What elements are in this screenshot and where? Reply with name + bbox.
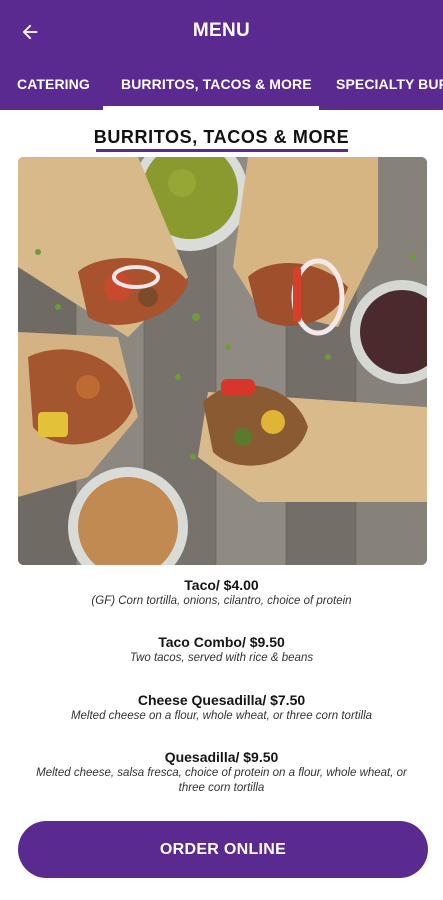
- section-heading-underline: [96, 149, 348, 152]
- order-online-button[interactable]: ORDER ONLINE: [18, 821, 428, 878]
- page-title: MENU: [192, 20, 251, 41]
- app-header: MENU CATERING BURRITOS, TACOS & MORE SPE…: [0, 0, 443, 110]
- menu-item-description: Melted cheese, salsa fresca, choice of p…: [36, 767, 407, 794]
- menu-item-taco-combo[interactable]: Taco Combo/ $9.50 Two tacos, served with…: [0, 633, 443, 666]
- menu-item-name: Quesadilla/ $9.50: [164, 749, 279, 765]
- tab-burritos-tacos-more[interactable]: BURRITOS, TACOS & MORE: [121, 60, 312, 110]
- menu-item-name: Taco Combo/ $9.50: [158, 634, 285, 650]
- menu-item-description: Melted cheese on a flour, whole wheat, o…: [70, 710, 373, 722]
- menu-item-taco[interactable]: Taco/ $4.00 (GF) Corn tortilla, onions, …: [0, 576, 443, 609]
- menu-item-name: Taco/ $4.00: [184, 577, 259, 593]
- tab-specialty-burritos[interactable]: SPECIALTY BUR: [336, 60, 443, 110]
- menu-item-description: (GF) Corn tortilla, onions, cilantro, ch…: [91, 595, 352, 607]
- tab-catering[interactable]: CATERING: [17, 60, 90, 110]
- menu-item-name: Cheese Quesadilla/ $7.50: [137, 692, 306, 708]
- menu-item-quesadilla[interactable]: Quesadilla/ $9.50 Melted cheese, salsa f…: [0, 748, 443, 796]
- section-heading: BURRITOS, TACOS & MORE: [93, 127, 350, 147]
- category-tabs: CATERING BURRITOS, TACOS & MORE SPECIALT…: [0, 60, 443, 110]
- food-hero-image: [18, 157, 427, 565]
- menu-item-description: Two tacos, served with rice & beans: [129, 652, 314, 664]
- active-tab-indicator: [103, 106, 319, 110]
- menu-item-cheese-quesadilla[interactable]: Cheese Quesadilla/ $7.50 Melted cheese o…: [0, 691, 443, 724]
